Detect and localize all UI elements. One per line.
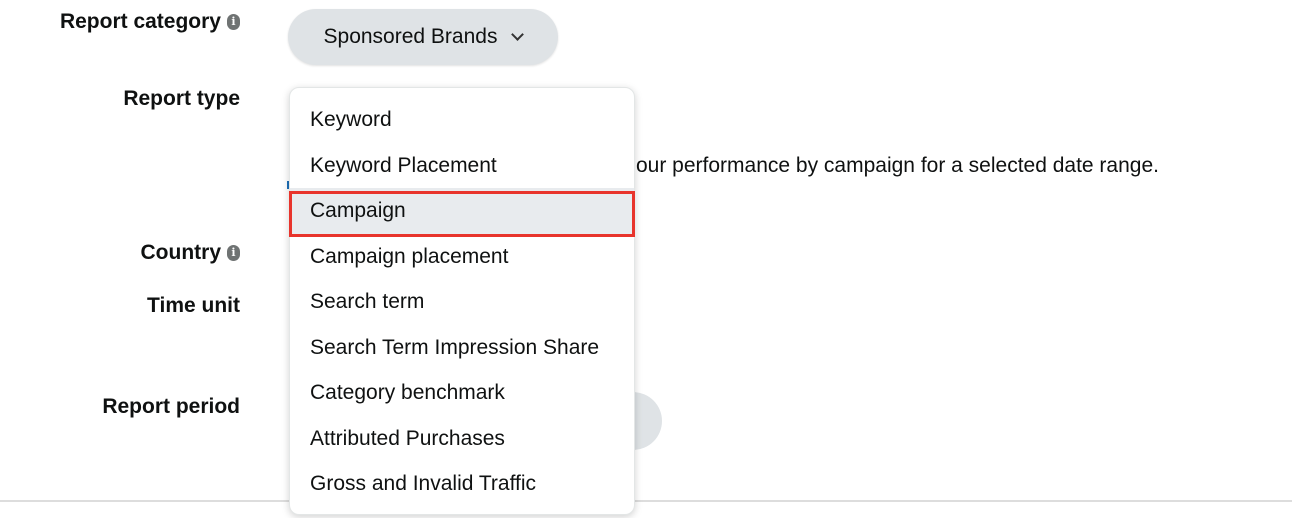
country-label: Country i xyxy=(140,241,240,265)
report-category-select[interactable]: Sponsored Brands xyxy=(288,9,558,65)
report-type-dropdown-menu: Keyword Keyword Placement Campaign Campa… xyxy=(289,87,635,515)
time-unit-label-text: Time unit xyxy=(147,294,240,317)
dropdown-item-campaign[interactable]: Campaign xyxy=(290,188,634,234)
dropdown-item-search-term[interactable]: Search term xyxy=(290,279,634,325)
dropdown-item-attributed-purchases[interactable]: Attributed Purchases xyxy=(290,416,634,462)
report-type-label: Report type xyxy=(123,87,240,111)
report-category-label: Report category i xyxy=(60,10,240,34)
country-label-text: Country xyxy=(140,241,222,264)
report-period-label: Report period xyxy=(102,395,240,419)
dropdown-item-gross-and-invalid-traffic[interactable]: Gross and Invalid Traffic xyxy=(290,461,634,507)
info-icon[interactable]: i xyxy=(227,245,240,261)
chevron-down-icon xyxy=(511,28,525,41)
report-type-label-text: Report type xyxy=(123,87,240,110)
dropdown-item-campaign-placement[interactable]: Campaign placement xyxy=(290,234,634,280)
info-icon[interactable]: i xyxy=(227,14,240,30)
report-period-label-text: Report period xyxy=(102,395,240,418)
dropdown-item-keyword-placement[interactable]: Keyword Placement xyxy=(290,143,634,189)
report-category-value: Sponsored Brands xyxy=(323,25,498,48)
section-divider xyxy=(0,500,1292,502)
report-category-label-text: Report category xyxy=(59,10,221,33)
dropdown-item-keyword[interactable]: Keyword xyxy=(290,97,634,143)
dropdown-item-category-benchmark[interactable]: Category benchmark xyxy=(290,370,634,416)
dropdown-item-search-term-impression-share[interactable]: Search Term Impression Share xyxy=(290,325,634,371)
time-unit-label: Time unit xyxy=(147,294,240,318)
report-type-description: our performance by campaign for a select… xyxy=(636,154,1159,177)
